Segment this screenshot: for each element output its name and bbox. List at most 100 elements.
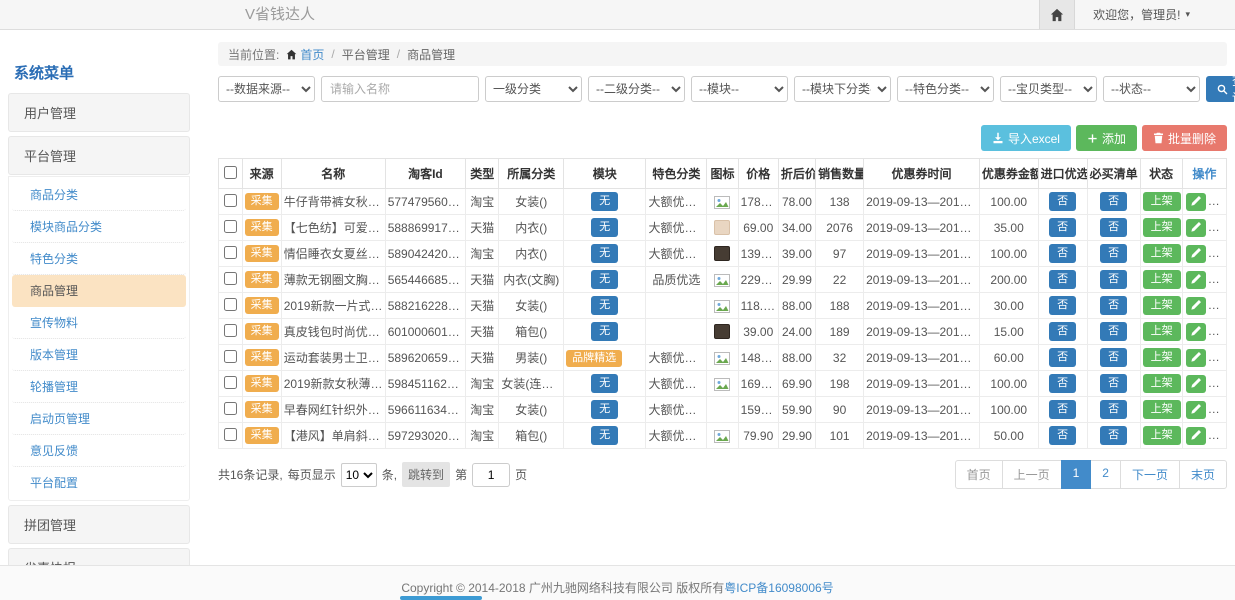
sidebar-subitem[interactable]: 商品分类 (12, 179, 186, 211)
sidebar-subitem[interactable]: 启动页管理 (12, 403, 186, 435)
sidebar-subitem[interactable]: 商品管理 (12, 275, 186, 307)
filter-select[interactable]: --模块下分类-- (794, 76, 891, 102)
row-checkbox[interactable] (224, 402, 237, 415)
import-toggle-button[interactable]: 否 (1049, 244, 1076, 263)
must-buy-toggle-button[interactable]: 否 (1100, 322, 1127, 341)
row-checkbox[interactable] (224, 428, 237, 441)
batch-delete-button[interactable]: 批量删除 (1142, 125, 1227, 151)
module-none-badge[interactable]: 无 (591, 400, 618, 419)
pager-button[interactable]: 末页 (1179, 460, 1227, 489)
sidebar-subitem[interactable]: 宣传物料 (12, 307, 186, 339)
module-none-badge[interactable]: 无 (591, 244, 618, 263)
edit-button[interactable] (1186, 245, 1206, 263)
must-buy-toggle-button[interactable]: 否 (1100, 426, 1127, 445)
icp-link[interactable]: 粤ICP备16098006号 (724, 581, 833, 595)
must-buy-toggle-button[interactable]: 否 (1100, 244, 1127, 263)
breadcrumb-level1[interactable]: 平台管理 (342, 46, 390, 63)
edit-button[interactable] (1186, 375, 1206, 393)
must-buy-toggle-button[interactable]: 否 (1100, 270, 1127, 289)
must-buy-toggle-button[interactable]: 否 (1100, 400, 1127, 419)
edit-button[interactable] (1186, 219, 1206, 237)
sidebar-group[interactable]: 用户管理 (8, 93, 190, 132)
row-checkbox[interactable] (224, 298, 237, 311)
sidebar-group[interactable]: 平台管理 (8, 136, 190, 175)
pager-button[interactable]: 2 (1090, 460, 1121, 489)
filter-select[interactable]: --二级分类-- (588, 76, 685, 102)
name-search-input[interactable] (321, 76, 479, 102)
jump-button[interactable]: 跳转到 (402, 462, 450, 487)
page-number-input[interactable] (472, 463, 510, 487)
filter-select[interactable]: --数据来源-- (218, 76, 315, 102)
filter-select[interactable]: --宝贝类型-- (1000, 76, 1097, 102)
must-buy-toggle-button[interactable]: 否 (1100, 192, 1127, 211)
row-checkbox[interactable] (224, 376, 237, 389)
filter-select[interactable]: 一级分类 (485, 76, 582, 102)
module-none-badge[interactable]: 无 (591, 192, 618, 211)
edit-button[interactable] (1186, 271, 1206, 289)
sidebar-subitem[interactable]: 平台配置 (12, 467, 186, 498)
status-button[interactable]: 上架 (1143, 296, 1181, 315)
pager-button[interactable]: 1 (1061, 460, 1092, 489)
must-buy-toggle-button[interactable]: 否 (1100, 218, 1127, 237)
pager-button[interactable]: 下一页 (1120, 460, 1180, 489)
row-checkbox[interactable] (224, 246, 237, 259)
filter-select[interactable]: --状态-- (1103, 76, 1200, 102)
sidebar-subitem[interactable]: 版本管理 (12, 339, 186, 371)
home-button[interactable] (1039, 0, 1075, 29)
per-page-select[interactable]: 10 (341, 463, 377, 487)
edit-button[interactable] (1186, 349, 1206, 367)
filter-select[interactable]: --特色分类-- (897, 76, 994, 102)
sidebar-subitem[interactable]: 模块商品分类 (12, 211, 186, 243)
must-buy-toggle-button[interactable]: 否 (1100, 348, 1127, 367)
edit-button[interactable] (1186, 193, 1206, 211)
row-checkbox[interactable] (224, 350, 237, 363)
filter-select[interactable]: --模块-- (691, 76, 788, 102)
edit-button[interactable] (1186, 323, 1206, 341)
pager-button[interactable]: 上一页 (1002, 460, 1062, 489)
import-toggle-button[interactable]: 否 (1049, 348, 1076, 367)
import-toggle-button[interactable]: 否 (1049, 322, 1076, 341)
select-all-checkbox[interactable] (224, 166, 237, 179)
sidebar-subitem[interactable]: 意见反馈 (12, 435, 186, 467)
search-button[interactable]: 查询 (1206, 76, 1235, 102)
import-toggle-button[interactable]: 否 (1049, 296, 1076, 315)
status-button[interactable]: 上架 (1143, 244, 1181, 263)
row-checkbox[interactable] (224, 324, 237, 337)
import-toggle-button[interactable]: 否 (1049, 426, 1076, 445)
sidebar-subitem[interactable]: 轮播管理 (12, 371, 186, 403)
module-none-badge[interactable]: 无 (591, 426, 618, 445)
row-checkbox[interactable] (224, 272, 237, 285)
import-toggle-button[interactable]: 否 (1049, 218, 1076, 237)
status-button[interactable]: 上架 (1143, 322, 1181, 341)
pager-button[interactable]: 首页 (955, 460, 1003, 489)
status-button[interactable]: 上架 (1143, 374, 1181, 393)
module-none-badge[interactable]: 无 (591, 322, 618, 341)
must-buy-toggle-button[interactable]: 否 (1100, 374, 1127, 393)
import-toggle-button[interactable]: 否 (1049, 192, 1076, 211)
row-checkbox[interactable] (224, 194, 237, 207)
module-none-badge[interactable]: 无 (591, 374, 618, 393)
module-none-badge[interactable]: 无 (591, 296, 618, 315)
status-button[interactable]: 上架 (1143, 348, 1181, 367)
status-button[interactable]: 上架 (1143, 270, 1181, 289)
status-button[interactable]: 上架 (1143, 218, 1181, 237)
must-buy-toggle-button[interactable]: 否 (1100, 296, 1127, 315)
breadcrumb-home-link[interactable]: 首页 (286, 46, 324, 63)
sidebar-group[interactable]: 拼团管理 (8, 505, 190, 544)
horizontal-scrollbar-thumb[interactable] (400, 596, 482, 600)
user-menu[interactable]: 欢迎您，管理员! ▾ (1075, 0, 1235, 29)
status-button[interactable]: 上架 (1143, 400, 1181, 419)
import-excel-button[interactable]: 导入excel (981, 125, 1071, 151)
status-button[interactable]: 上架 (1143, 192, 1181, 211)
row-checkbox[interactable] (224, 220, 237, 233)
status-button[interactable]: 上架 (1143, 426, 1181, 445)
import-toggle-button[interactable]: 否 (1049, 374, 1076, 393)
import-toggle-button[interactable]: 否 (1049, 400, 1076, 419)
sidebar-subitem[interactable]: 特色分类 (12, 243, 186, 275)
module-none-badge[interactable]: 无 (591, 218, 618, 237)
edit-button[interactable] (1186, 401, 1206, 419)
edit-button[interactable] (1186, 297, 1206, 315)
import-toggle-button[interactable]: 否 (1049, 270, 1076, 289)
module-none-badge[interactable]: 无 (591, 270, 618, 289)
edit-button[interactable] (1186, 427, 1206, 445)
